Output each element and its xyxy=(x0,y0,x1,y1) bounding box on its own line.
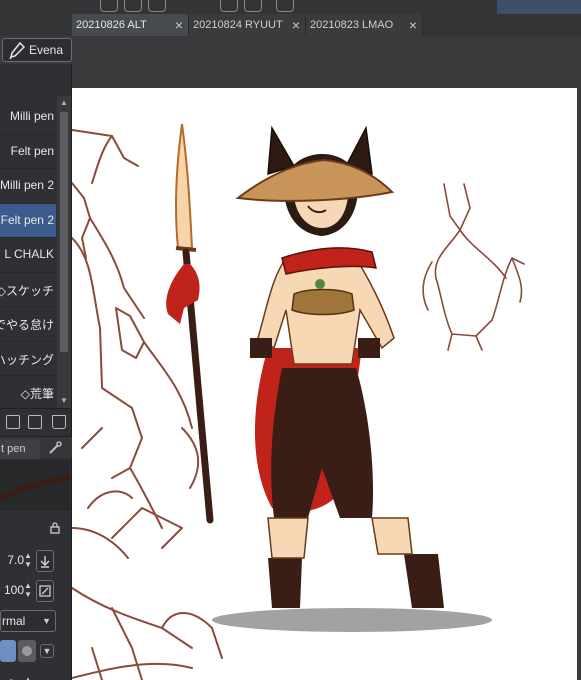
subtool-scrollbar[interactable]: ▲ ▼ xyxy=(57,96,71,408)
subtool-label: Milli pen xyxy=(9,109,54,123)
tab-20210826-alt[interactable]: 20210826 ALT × xyxy=(72,14,189,36)
left-boot xyxy=(268,558,302,608)
scroll-up-icon[interactable]: ▲ xyxy=(59,98,69,108)
selection-tools[interactable] xyxy=(497,0,581,14)
tool-header: Evena xyxy=(0,36,72,64)
spear xyxy=(166,123,214,524)
subtool-label: Felt pen 2 xyxy=(0,212,54,227)
document-tabs: 20210826 ALT × 20210824 RYUUT × 20210823… xyxy=(72,14,581,36)
subtool-item-milli-pen-2[interactable]: Milli pen 2 xyxy=(0,169,56,204)
brush-size-stepper[interactable]: ▲ ▼ xyxy=(22,551,34,571)
tab-20210823-lmao[interactable]: 20210823 LMAO × xyxy=(306,14,423,36)
brush-shape-soft[interactable] xyxy=(0,640,16,662)
brush-size-pressure-button[interactable] xyxy=(36,550,54,572)
blend-mode-value: rmal xyxy=(2,614,26,628)
artwork xyxy=(72,123,525,680)
left-shin xyxy=(267,517,309,559)
subtool-label: L CHALK xyxy=(4,247,54,261)
subtool-item-felt-pen-2[interactable]: Felt pen 2 xyxy=(0,203,56,238)
opacity-row: 100 ▲ ▼ xyxy=(0,578,72,604)
ground-shadow xyxy=(212,608,492,632)
chevron-down-icon[interactable]: ▼ xyxy=(40,644,54,658)
tool-property-header: t pen xyxy=(0,436,72,459)
tab-label: 20210823 LMAO xyxy=(310,19,394,31)
brush-size-row: 7.0 ▲ ▼ xyxy=(0,548,72,574)
top-tool-icons xyxy=(100,0,300,14)
scroll-thumb[interactable] xyxy=(60,112,68,352)
brush-shape-hard[interactable] xyxy=(18,640,36,662)
subtool-label: Milli pen 2 xyxy=(0,178,54,192)
pendant xyxy=(315,279,325,289)
tool-property-tab[interactable]: t pen xyxy=(0,439,40,459)
subtool-item-sketch[interactable]: ◇スケッチ xyxy=(0,273,56,307)
subtool-label: Felt pen xyxy=(10,143,54,158)
property-tab-label: t pen xyxy=(1,443,26,455)
canvas-area[interactable] xyxy=(72,36,581,680)
brush-size-value[interactable]: 7.0 xyxy=(0,553,24,567)
canvas-paper[interactable] xyxy=(72,88,577,680)
close-icon[interactable]: × xyxy=(409,14,417,36)
download-icon[interactable] xyxy=(6,415,20,429)
tool-panel: Evena Milli pen Felt pen Milli pen 2 Fel… xyxy=(0,36,73,680)
subtool-label: ◇スケッチ xyxy=(0,283,54,298)
left-glove xyxy=(250,338,272,358)
lock-icon[interactable] xyxy=(49,522,61,534)
pen-nib-icon xyxy=(9,42,25,60)
wrench-icon[interactable] xyxy=(48,441,62,455)
right-shin xyxy=(371,517,413,555)
subtool-item-rough-brush[interactable]: ◇荒筆 xyxy=(0,376,56,406)
brush-shape-row: ▼ xyxy=(0,638,56,664)
chevron-down-icon: ▼ xyxy=(42,616,51,626)
tool-label: Evena xyxy=(29,43,64,57)
subtool-item-felt-pen[interactable]: Felt pen xyxy=(0,135,56,169)
new-layer-icon[interactable] xyxy=(124,0,142,12)
tool-button-pen[interactable]: Evena xyxy=(2,38,72,62)
trash-icon[interactable] xyxy=(52,415,66,429)
sparkle-icon[interactable] xyxy=(276,0,294,12)
right-sketch xyxy=(422,183,525,351)
redo-icon[interactable] xyxy=(244,0,262,12)
misc-stepper[interactable]: ▲▼ xyxy=(22,675,34,680)
subtool-actions xyxy=(0,408,72,434)
folder-icon[interactable] xyxy=(148,0,166,12)
close-icon[interactable]: × xyxy=(292,14,300,36)
blend-mode-select[interactable]: rmal ▼ xyxy=(0,610,56,632)
layer-icon[interactable] xyxy=(100,0,118,12)
duplicate-icon[interactable] xyxy=(28,415,42,429)
right-glove xyxy=(358,338,380,358)
subtool-item-chalk[interactable]: L CHALK xyxy=(0,238,56,273)
scroll-down-icon[interactable]: ▼ xyxy=(59,396,69,406)
brush-stroke-preview xyxy=(0,460,73,510)
opacity-stepper[interactable]: ▲ ▼ xyxy=(22,581,34,601)
close-icon[interactable]: × xyxy=(175,14,183,36)
tab-label: 20210824 RYUUT xyxy=(193,19,283,31)
opacity-value[interactable]: 100 xyxy=(0,583,24,597)
subtool-list: Milli pen Felt pen Milli pen 2 Felt pen … xyxy=(0,100,56,406)
subtool-item-milli-pen[interactable]: Milli pen xyxy=(0,100,56,135)
tab-20210824-ryuut[interactable]: 20210824 RYUUT × xyxy=(189,14,306,36)
misc-value-row: 0 ▲▼ xyxy=(0,672,56,680)
subtool-item-lazy[interactable]: でやる怠け xyxy=(0,307,56,342)
subtool-label: ◇荒筆 xyxy=(20,387,54,401)
undo-icon[interactable] xyxy=(220,0,238,12)
subtool-label: ◇ハッチング xyxy=(0,352,54,367)
subtool-item-hatching[interactable]: ◇ハッチング xyxy=(0,342,56,376)
right-boot xyxy=(404,554,444,608)
opacity-pressure-button[interactable] xyxy=(36,580,54,602)
subtool-label: でやる怠け xyxy=(0,318,54,332)
chest-wrap xyxy=(291,288,355,316)
tab-label: 20210826 ALT xyxy=(76,19,147,31)
